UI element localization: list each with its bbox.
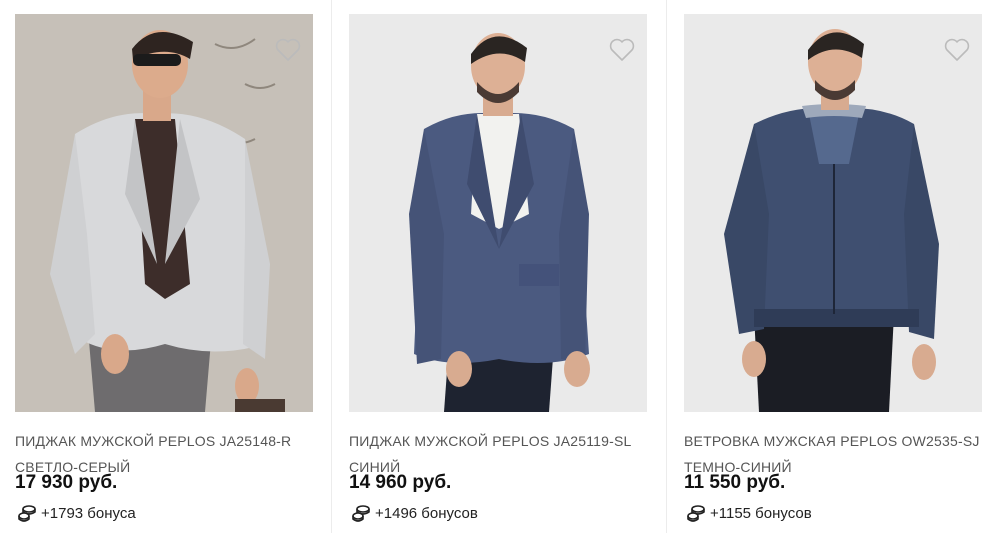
product-name-line[interactable]: ПИДЖАК МУЖСКОЙ PEPLOS JA25119-SL <box>349 428 649 454</box>
coins-icon <box>687 505 705 522</box>
product-name-line[interactable]: ПИДЖАК МУЖСКОЙ PEPLOS JA25148-R <box>15 428 315 454</box>
bonus-info: +1496 бонусов <box>351 503 478 523</box>
coins-icon <box>18 505 36 522</box>
favorite-heart-icon[interactable] <box>275 38 301 62</box>
product-card[interactable]: ПИДЖАК МУЖСКОЙ PEPLOS JA25148-R СВЕТЛО-С… <box>15 0 315 533</box>
product-price: 17 930 руб. <box>15 472 118 493</box>
column-divider <box>666 0 667 533</box>
bonus-text: +1496 бонусов <box>375 504 478 522</box>
bonus-text: +1793 бонуса <box>41 504 136 522</box>
product-image[interactable] <box>15 14 313 412</box>
product-grid: ПИДЖАК МУЖСКОЙ PEPLOS JA25148-R СВЕТЛО-С… <box>0 0 1000 533</box>
product-name-line[interactable]: ВЕТРОВКА МУЖСКАЯ PEPLOS OW2535-SJ <box>684 428 984 454</box>
column-divider <box>331 0 332 533</box>
product-image[interactable] <box>349 14 647 412</box>
bonus-text: +1155 бонусов <box>710 504 812 522</box>
favorite-heart-icon[interactable] <box>944 38 970 62</box>
bonus-info: +1155 бонусов <box>686 503 812 523</box>
product-price: 14 960 руб. <box>349 472 452 493</box>
product-card[interactable]: ПИДЖАК МУЖСКОЙ PEPLOS JA25119-SL СИНИЙ 1… <box>349 0 649 533</box>
product-price: 11 550 руб. <box>684 472 786 493</box>
product-card[interactable]: ВЕТРОВКА МУЖСКАЯ PEPLOS OW2535-SJ ТЕМНО-… <box>684 0 984 533</box>
product-image[interactable] <box>684 14 982 412</box>
bonus-info: +1793 бонуса <box>17 503 136 523</box>
favorite-heart-icon[interactable] <box>609 38 635 62</box>
coins-icon <box>352 505 370 522</box>
